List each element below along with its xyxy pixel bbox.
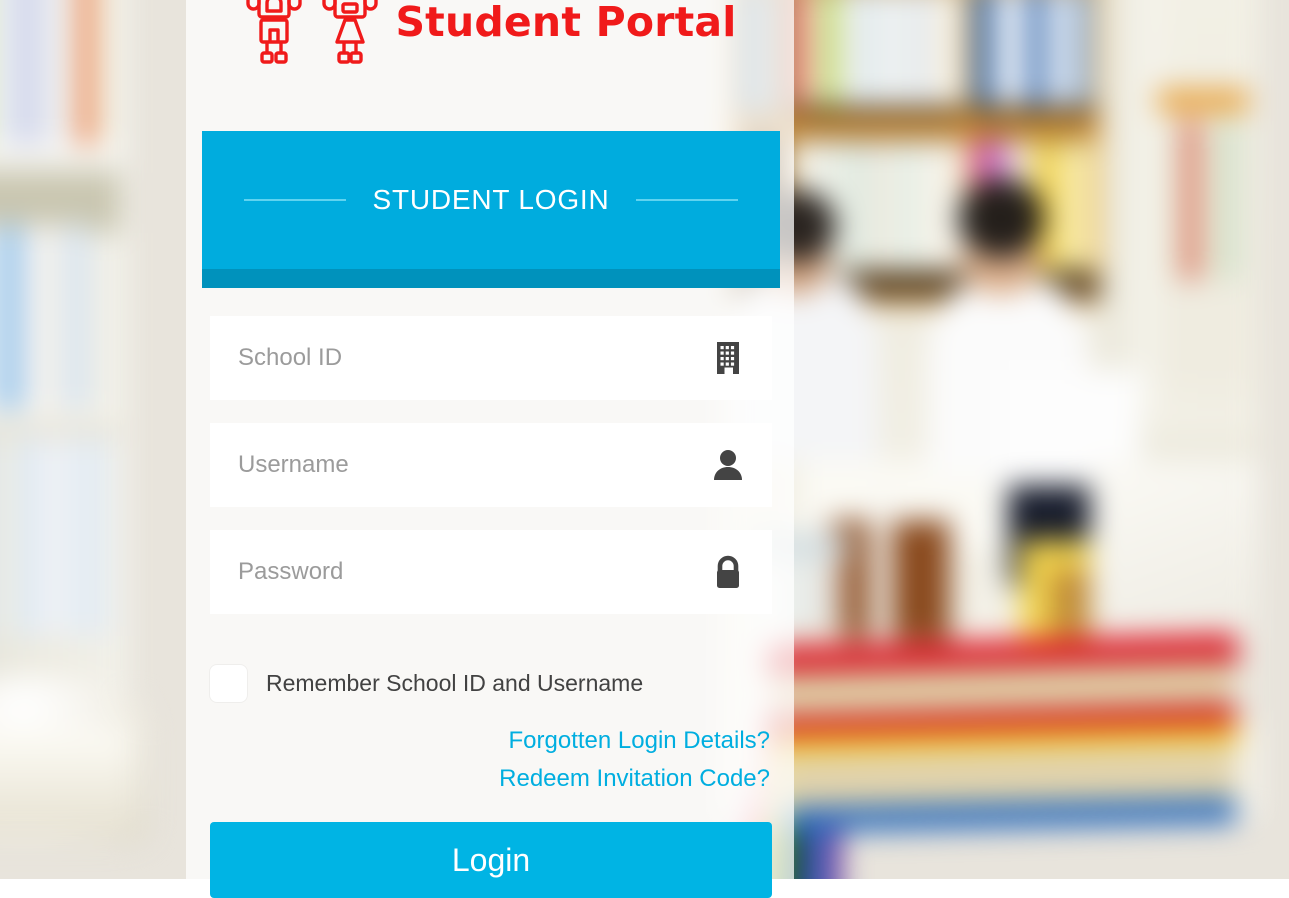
remember-checkbox[interactable] [210,665,247,702]
redeem-invitation-code-link[interactable]: Redeem Invitation Code? [250,760,770,798]
shelf-books [972,0,1094,106]
left-shelf-books-mid [0,225,90,425]
open-book-pages [0,730,130,830]
login-header: STUDENT LOGIN [202,131,780,288]
brand-logo: Student Portal [186,0,794,72]
robot-boy-icon [243,0,305,64]
username-field[interactable] [210,423,772,507]
left-shelf-plank-mid [0,410,120,436]
building-icon [708,338,748,378]
user-icon [708,445,748,485]
remember-label[interactable]: Remember School ID and Username [266,670,643,697]
header-rule-right [636,199,738,201]
remember-row[interactable]: Remember School ID and Username [210,665,643,702]
shelf-books [790,0,965,106]
left-shelf-plank-top [0,145,120,173]
login-header-inner: STUDENT LOGIN [244,184,737,216]
header-accent-strip [202,269,780,288]
login-header-title: STUDENT LOGIN [372,184,609,216]
username-input[interactable] [238,451,708,479]
password-field[interactable] [210,530,772,614]
login-panel: Student Portal STUDENT LOGIN [186,0,794,879]
password-input[interactable] [238,558,708,586]
right-bookcase-books [1168,120,1238,280]
brand-title: Student Portal [395,0,736,46]
forgotten-login-details-link[interactable]: Forgotten Login Details? [250,722,770,760]
school-id-input[interactable] [238,344,708,372]
left-shelf-books-bottom [0,436,110,636]
school-id-field[interactable] [210,316,772,400]
lock-icon [708,552,748,592]
help-links: Forgotten Login Details? Redeem Invitati… [250,722,770,798]
student-head [958,178,1044,258]
right-bookcase-top [1158,90,1248,112]
header-rule-left [244,199,346,201]
login-button[interactable]: Login [210,822,772,898]
left-shelf-books-top [0,0,105,150]
robot-girl-icon [319,0,381,64]
left-shelf-cavity [0,173,120,233]
